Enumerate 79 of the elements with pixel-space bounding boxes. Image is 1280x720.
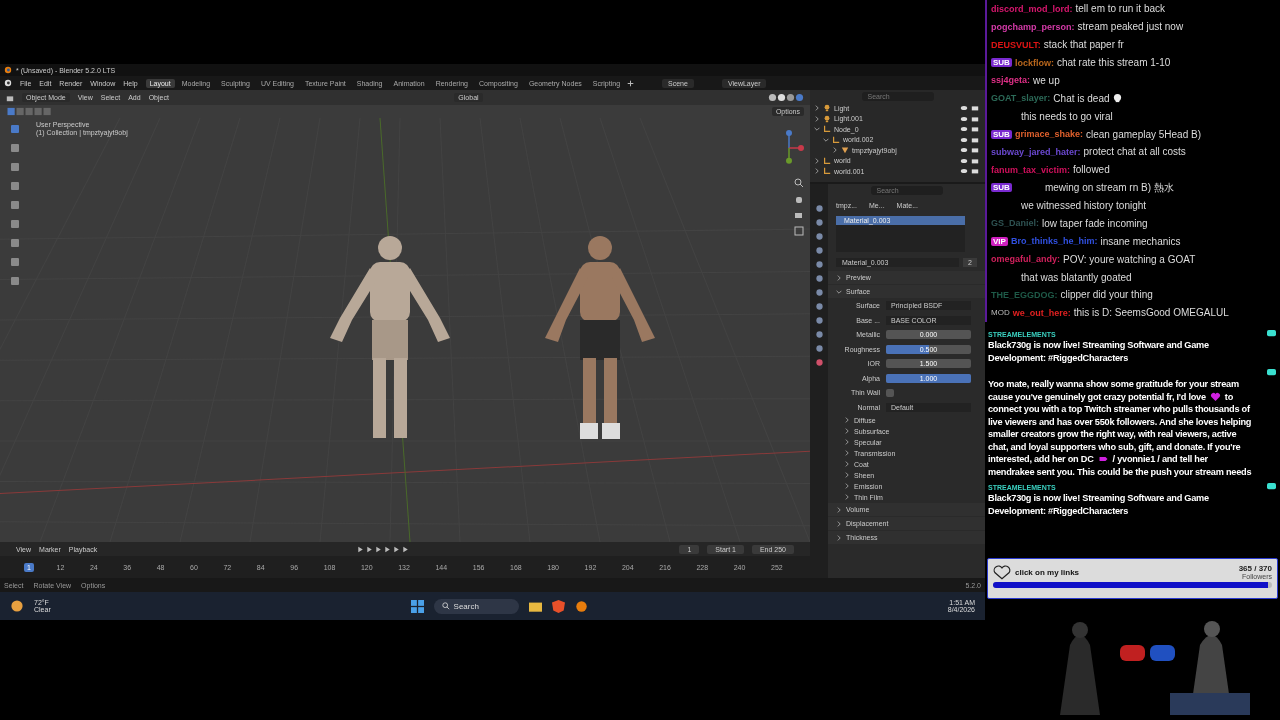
chevron-down-icon[interactable] bbox=[836, 288, 842, 295]
chat-message: stack that paper fr bbox=[1043, 39, 1124, 51]
chevron-down-icon[interactable] bbox=[823, 136, 829, 143]
chat-message: insane mechanics bbox=[1100, 235, 1181, 247]
sub-badge: SUB bbox=[991, 129, 1012, 139]
alert-text: Development: #RiggedCharacters bbox=[988, 351, 1129, 364]
hand-icon[interactable] bbox=[794, 194, 804, 204]
chat-bubble-icon bbox=[1267, 369, 1276, 378]
chevron-right-icon[interactable] bbox=[814, 168, 820, 175]
chat-message: that was blatantly goated bbox=[1021, 271, 1132, 283]
chat-bubble-icon bbox=[1267, 483, 1276, 492]
alert-text: mendrakee sent you. This could be the push your stream needs bbox=[988, 465, 1252, 478]
chat-username[interactable]: grimace_shake: bbox=[1014, 129, 1083, 140]
alert-text: / yvonnie1 / and tell her bbox=[1112, 453, 1208, 466]
sub-badge: SUB bbox=[991, 58, 1012, 68]
chevron-right-icon[interactable] bbox=[814, 115, 820, 122]
hearts-icon bbox=[993, 564, 1011, 580]
chat-message: clean gameplay 5Head B) bbox=[1085, 128, 1201, 140]
chat-message: this is D: SeemsGood OMEGALUL bbox=[1073, 307, 1229, 319]
alert-text: Development: #RiggedCharacters bbox=[988, 504, 1129, 517]
alert-text: interested, add her on DC bbox=[988, 453, 1094, 466]
chat-message: clipper did your thing bbox=[1060, 289, 1153, 301]
triangle-icon bbox=[841, 146, 849, 155]
chat-message: tell em to run it back bbox=[1075, 3, 1165, 15]
alert-text: live viewers and has over 550k followers. And she loves helping bbox=[988, 415, 1252, 428]
alert-text: to bbox=[1224, 390, 1233, 403]
camera-icon[interactable] bbox=[794, 210, 804, 220]
chat-message: POV: youre watching a GOAT bbox=[1063, 253, 1196, 265]
chat-message: followed bbox=[1073, 164, 1110, 176]
heart-icon bbox=[1209, 391, 1221, 402]
editor-type-icon[interactable] bbox=[6, 93, 14, 102]
chevron-right-icon[interactable] bbox=[836, 274, 842, 281]
alert-text: chat, and loyal supporters who sub, gift, and donate. If you're bbox=[988, 440, 1241, 453]
grid-icon[interactable] bbox=[794, 226, 804, 236]
shading-icon[interactable] bbox=[768, 93, 804, 102]
chat-username[interactable]: DEUSVULT: bbox=[991, 39, 1041, 50]
goal-label: click on my links bbox=[1015, 567, 1080, 577]
checkbox[interactable] bbox=[886, 388, 894, 397]
chevron-right-icon[interactable] bbox=[814, 105, 820, 112]
alert-text: Black730g is now live! Streaming Software and Game bbox=[988, 492, 1209, 505]
chat-message: mewing on stream rn B) 熱水 bbox=[1044, 180, 1174, 195]
chevron-down-icon[interactable] bbox=[814, 126, 820, 133]
sub-badge: SUB bbox=[991, 183, 1012, 193]
logo-icon[interactable] bbox=[574, 599, 588, 613]
select-mode-icon[interactable] bbox=[6, 107, 54, 116]
chat-username[interactable]: pogchamp_person: bbox=[991, 21, 1075, 32]
chat-username[interactable]: fanum_tax_victim: bbox=[991, 164, 1071, 175]
chat-username[interactable]: we_out_here: bbox=[1012, 307, 1071, 318]
plus-icon[interactable] bbox=[627, 79, 635, 87]
chevron-right-icon[interactable] bbox=[832, 147, 838, 154]
weather-icon bbox=[10, 599, 24, 613]
shield-icon[interactable] bbox=[551, 599, 565, 613]
chat-username[interactable]: lockflow: bbox=[1014, 57, 1054, 68]
chat-message: Chat is dead bbox=[1053, 92, 1110, 104]
zoom-icon[interactable] bbox=[794, 178, 804, 188]
start-icon[interactable] bbox=[410, 599, 424, 613]
alert-text: connect you with a top Twitch streamer who pulls thousands of bbox=[988, 403, 1250, 416]
chat-message: this needs to go viral bbox=[1021, 110, 1113, 122]
search-icon bbox=[441, 602, 450, 610]
chat-username[interactable]: subway_jared_hater: bbox=[991, 146, 1081, 157]
chat-username[interactable]: omegaful_andy: bbox=[991, 254, 1060, 265]
vip-badge: VIP bbox=[991, 236, 1008, 246]
chevron-right-icon[interactable] bbox=[814, 157, 820, 164]
chat-message: chat rate this stream 1-10 bbox=[1056, 57, 1171, 69]
chat-username[interactable]: ssj4geta: bbox=[991, 75, 1031, 86]
chat-message: protect chat at all costs bbox=[1083, 146, 1186, 158]
chat-message: we witnessed history tonight bbox=[1021, 200, 1147, 212]
chat-message: low taper fade incoming bbox=[1042, 217, 1148, 229]
chat-message: we up bbox=[1033, 74, 1060, 86]
follower-count: 365 / 370 bbox=[1238, 564, 1272, 573]
search-field[interactable]: Search bbox=[433, 598, 519, 614]
chat-message: stream peaked just now bbox=[1077, 21, 1184, 33]
chat-username[interactable]: discord_mod_lord: bbox=[991, 3, 1073, 14]
alert-text: smaller creators grow the right way, with real viewers, active bbox=[988, 428, 1237, 441]
mod-label: MOD bbox=[991, 308, 1010, 318]
alert-text: cause you've genuinely got crazy potential fr, I'd love bbox=[988, 390, 1206, 403]
chat-bubble-icon bbox=[1267, 330, 1276, 339]
alert-text: Yoo mate, really wanna show some gratitude for your stream bbox=[988, 378, 1239, 391]
alert-text: Black730g is now live! Streaming Software and Game bbox=[988, 339, 1209, 352]
